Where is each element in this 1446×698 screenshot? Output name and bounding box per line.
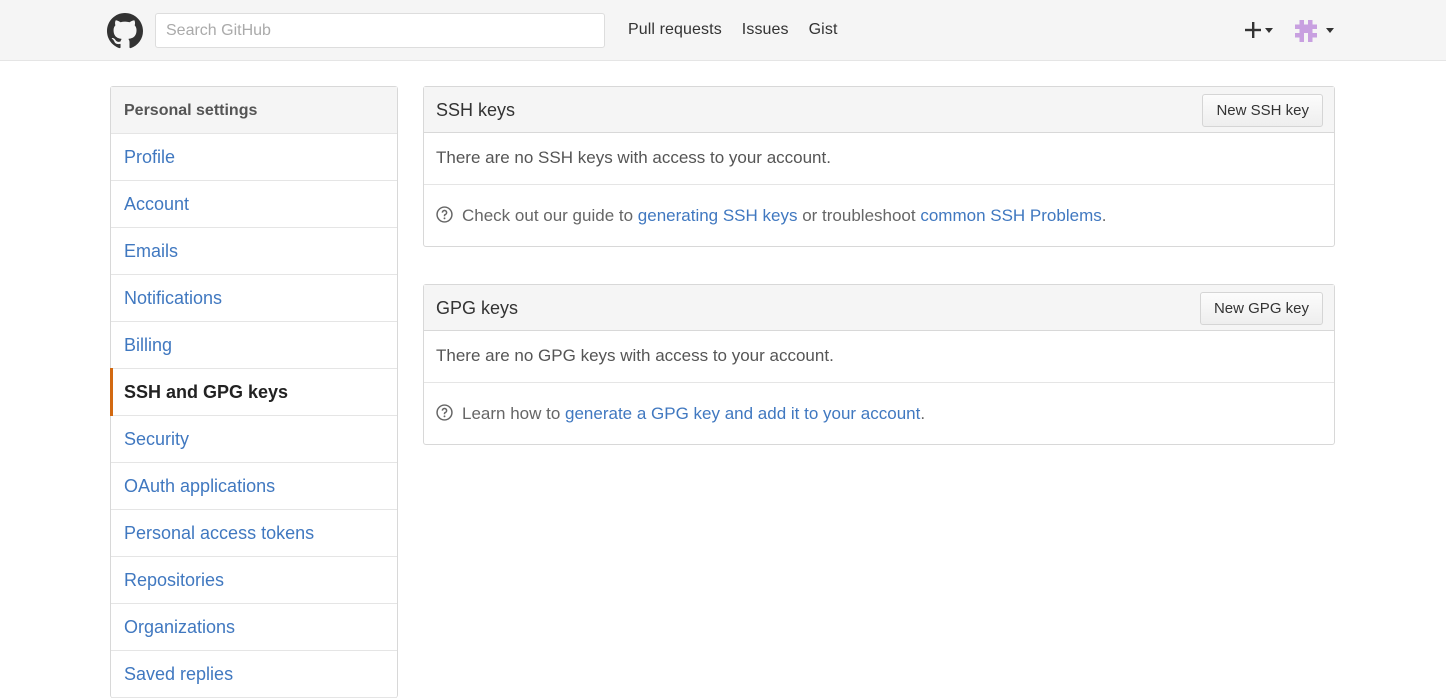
sidebar-item-security[interactable]: Security — [111, 416, 397, 463]
sidebar-item-oauth-applications[interactable]: OAuth applications — [111, 463, 397, 510]
gpg-empty-message: There are no GPG keys with access to you… — [424, 331, 1334, 383]
gpg-help-suffix: . — [920, 404, 926, 423]
user-avatar-icon[interactable] — [1295, 20, 1317, 42]
header-nav: Pull requests Issues Gist — [628, 21, 838, 39]
ssh-help-suffix: . — [1101, 206, 1107, 225]
chevron-down-icon[interactable] — [1326, 28, 1334, 33]
sidebar-item-profile[interactable]: Profile — [111, 134, 397, 181]
github-octocat-icon[interactable] — [107, 13, 143, 49]
sidebar-heading: Personal settings — [111, 87, 397, 134]
generating-ssh-keys-link[interactable]: generating SSH keys — [638, 206, 798, 225]
common-ssh-problems-link[interactable]: common SSH Problems — [920, 206, 1101, 225]
nav-issues[interactable]: Issues — [742, 21, 789, 39]
sidebar-item-account[interactable]: Account — [111, 181, 397, 228]
nav-gist[interactable]: Gist — [809, 21, 838, 39]
sidebar-item-saved-replies[interactable]: Saved replies — [111, 651, 397, 698]
new-gpg-key-button[interactable]: New GPG key — [1199, 292, 1323, 325]
generate-gpg-key-link[interactable]: generate a GPG key and add it to your ac… — [565, 404, 920, 423]
sidebar-item-notifications[interactable]: Notifications — [111, 275, 397, 322]
sidebar-item-organizations[interactable]: Organizations — [111, 604, 397, 651]
gpg-help-row: Learn how to generate a GPG key and add … — [424, 383, 1334, 444]
sidebar-item-personal-access-tokens[interactable]: Personal access tokens — [111, 510, 397, 557]
ssh-help-prefix: Check out our guide to — [462, 206, 638, 225]
nav-pull-requests[interactable]: Pull requests — [628, 21, 722, 39]
settings-sidebar: Personal settings Profile Account Emails… — [110, 86, 398, 698]
ssh-keys-header: SSH keys New SSH key — [424, 87, 1334, 133]
ssh-help-middle: or troubleshoot — [797, 206, 921, 225]
question-icon — [436, 206, 453, 223]
gpg-keys-box: GPG keys New GPG key There are no GPG ke… — [423, 284, 1335, 445]
chevron-down-icon[interactable] — [1265, 28, 1273, 33]
ssh-empty-message: There are no SSH keys with access to you… — [424, 133, 1334, 185]
sidebar-item-repositories[interactable]: Repositories — [111, 557, 397, 604]
search-input[interactable] — [155, 13, 605, 48]
sidebar-item-emails[interactable]: Emails — [111, 228, 397, 275]
sidebar-item-ssh-gpg-keys[interactable]: SSH and GPG keys — [110, 368, 397, 416]
sidebar-item-billing[interactable]: Billing — [111, 322, 397, 369]
new-ssh-key-button[interactable]: New SSH key — [1202, 94, 1323, 127]
gpg-keys-header: GPG keys New GPG key — [424, 285, 1334, 331]
plus-icon[interactable] — [1244, 21, 1262, 39]
question-icon — [436, 404, 453, 421]
ssh-keys-title: SSH keys — [436, 100, 516, 120]
ssh-keys-box: SSH keys New SSH key There are no SSH ke… — [423, 86, 1335, 247]
gpg-keys-title: GPG keys — [436, 298, 519, 318]
ssh-help-row: Check out our guide to generating SSH ke… — [424, 185, 1334, 246]
gpg-help-prefix: Learn how to — [462, 404, 566, 423]
site-header: Pull requests Issues Gist — [0, 0, 1446, 61]
